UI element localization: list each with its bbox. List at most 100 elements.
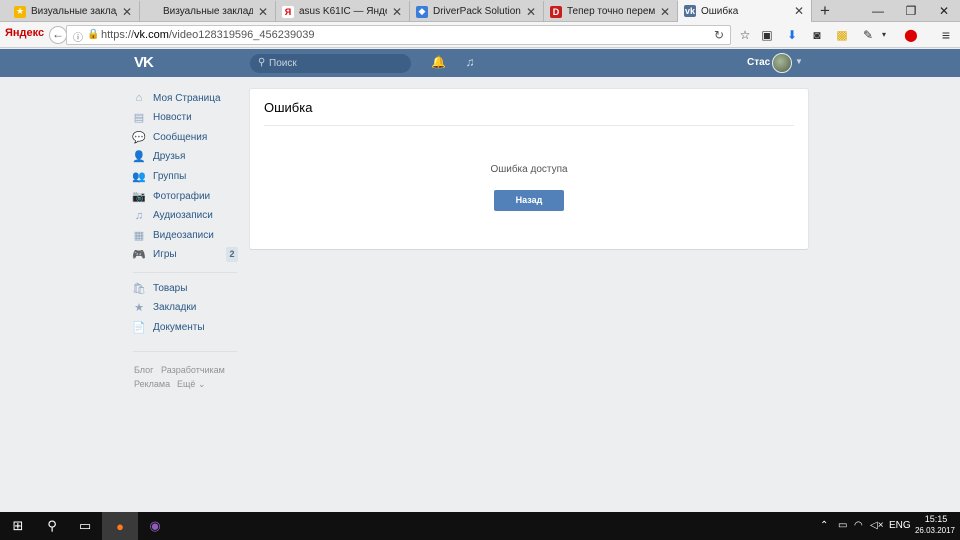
chevron-up-icon[interactable]: ⌃ [820,520,828,531]
restore-button[interactable]: ❐ [896,0,926,22]
video-icon: ▦ [133,229,145,242]
windows-start-icon[interactable]: ⊞ [0,512,36,540]
sidebar-item[interactable]: ★ Закладки [133,299,239,317]
document-icon: 📄 [132,321,146,334]
search-box[interactable]: ⚲ [250,54,411,73]
task-view-icon[interactable]: ▭ [68,512,102,540]
avatar[interactable] [772,53,792,73]
new-tab-button[interactable]: + [814,1,836,21]
sidebar-item-label: Видеозаписи [153,229,214,241]
tab-title: Визуальные закладки [31,6,117,17]
bell-icon[interactable]: 🔔 [431,55,446,69]
sidebar-item-label: Документы [153,321,205,333]
language-indicator[interactable]: ENG [889,520,911,531]
clock-date[interactable]: 26.03.2017 [913,526,957,535]
chevron-down-icon[interactable]: ▾ [876,27,892,43]
menu-icon[interactable]: ≡ [938,27,954,43]
search-icon: ⚲ [258,57,266,68]
back-arrow-icon[interactable]: ← [49,26,67,44]
back-button[interactable]: Назад [494,190,564,211]
messages-icon: 💬 [132,131,146,144]
tab-title: DriverPack Solution - ... [433,6,521,17]
page-title: Ошибка [264,100,313,115]
footer-link-more[interactable]: Ещё ⌄ [177,379,205,390]
browser-tab[interactable]: vk Ошибка ✕ [678,0,812,22]
sidebar-item[interactable]: 🛍 Товары [132,279,239,297]
home-icon: ⌂ [135,92,143,104]
sidebar-item-label: Игры [153,249,177,261]
close-tab-icon[interactable]: ✕ [391,5,403,19]
sidebar-item[interactable]: 📷 Фотографии [132,187,239,205]
tab-favicon-icon: ★ [14,5,26,18]
reading-list-icon[interactable]: ▣ [759,27,775,43]
adblock-icon[interactable]: ⬤ [903,27,919,43]
close-tab-icon[interactable]: ✕ [793,4,805,18]
search-input[interactable] [269,56,404,71]
sidebar-item[interactable]: ▦ Видеозаписи [133,226,239,244]
pocket-icon[interactable]: ◙ [809,27,825,43]
user-name[interactable]: Стас [747,57,770,68]
browser-tab[interactable]: D Тепер точно перемог... ✕ [544,1,678,22]
gamepad-icon: 🎮 [132,249,146,262]
sidebar-item[interactable]: ♫ Аудиозаписи [133,207,239,225]
sidebar-item[interactable]: 👤 Друзья [132,148,239,166]
sidebar-item[interactable]: 👥 Группы [132,167,239,185]
sidebar-item-label: Аудиозаписи [153,210,213,222]
tab-favicon-icon: vk [684,5,696,17]
tab-favicon-icon: ◆ [416,5,428,18]
visual-bookmarks-icon[interactable]: ▩ [834,27,850,43]
viber-icon[interactable]: ◉ [138,512,172,540]
close-tab-icon[interactable]: ✕ [257,5,269,19]
sidebar-item-label: Товары [153,282,188,294]
reload-icon[interactable]: ↻ [714,28,724,42]
download-icon[interactable]: ⬇ [784,27,800,43]
firefox-icon[interactable]: ● [102,512,138,540]
battery-icon[interactable]: ▭ [838,520,847,531]
lock-icon: 🔒 [87,29,100,40]
sidebar-divider [133,272,237,273]
news-icon: ▤ [133,112,145,125]
info-icon[interactable]: ⓘ [73,29,83,44]
address-bar[interactable]: ⓘ 🔒 https://vk.com/video128319596_456239… [66,25,731,45]
divider [264,125,794,126]
volume-icon[interactable]: ◁× [870,520,884,531]
browser-tab[interactable]: Визуальные закладки он... ✕ [140,1,276,22]
sidebar-item-label: Новости [153,112,192,124]
sidebar-item[interactable]: ⌂ Моя Страница [133,89,239,107]
footer-link-blog[interactable]: Блог [134,365,153,375]
close-window-button[interactable]: ✕ [929,0,959,22]
groups-icon: 👥 [132,170,146,183]
clock-time[interactable]: 15:15 [916,514,956,524]
chevron-down-icon[interactable]: ▼ [795,57,803,66]
friends-icon: 👤 [132,151,146,164]
chevron-down-icon: ⌄ [197,379,206,389]
search-icon[interactable]: ⚲ [36,512,68,540]
star-icon: ★ [134,302,144,315]
wifi-icon[interactable]: ◠ [854,520,863,531]
extension-icon[interactable]: ✎ [860,27,876,43]
sidebar-item[interactable]: 📄 Документы [132,318,239,336]
vk-logo[interactable]: VK [134,54,158,71]
close-tab-icon[interactable]: ✕ [659,5,671,19]
tab-favicon-icon [146,5,158,18]
tab-title: asus K61IC — Яндекс: ... [299,6,387,17]
close-tab-icon[interactable]: ✕ [121,5,133,19]
sidebar-item-label: Друзья [153,151,186,163]
yandex-logo[interactable]: Яндекс [5,27,44,39]
sidebar-item[interactable]: 💬 Сообщения [132,128,239,146]
close-tab-icon[interactable]: ✕ [525,5,537,19]
footer-link-developers[interactable]: Разработчикам [161,365,225,375]
music-icon[interactable]: ♫ [463,55,477,69]
browser-tab[interactable]: Яasus K61IC — Яндекс: ... ✕ [276,1,410,22]
minimize-button[interactable]: — [863,0,893,22]
footer-link-ads[interactable]: Реклама [134,379,170,389]
sidebar-item[interactable]: ▤ Новости [133,109,239,127]
bag-icon: 🛍 [132,282,146,295]
browser-tab[interactable]: ★ Визуальные закладки ✕ [8,1,140,22]
bookmark-star-icon[interactable]: ☆ [737,27,753,43]
sidebar-item-label: Фотографии [153,190,211,202]
sidebar-item[interactable]: 🎮 Игры [132,246,239,264]
music-icon: ♫ [134,209,144,222]
counter-badge: 2 [226,246,238,262]
browser-tab[interactable]: ◆ DriverPack Solution - ... ✕ [410,1,544,22]
